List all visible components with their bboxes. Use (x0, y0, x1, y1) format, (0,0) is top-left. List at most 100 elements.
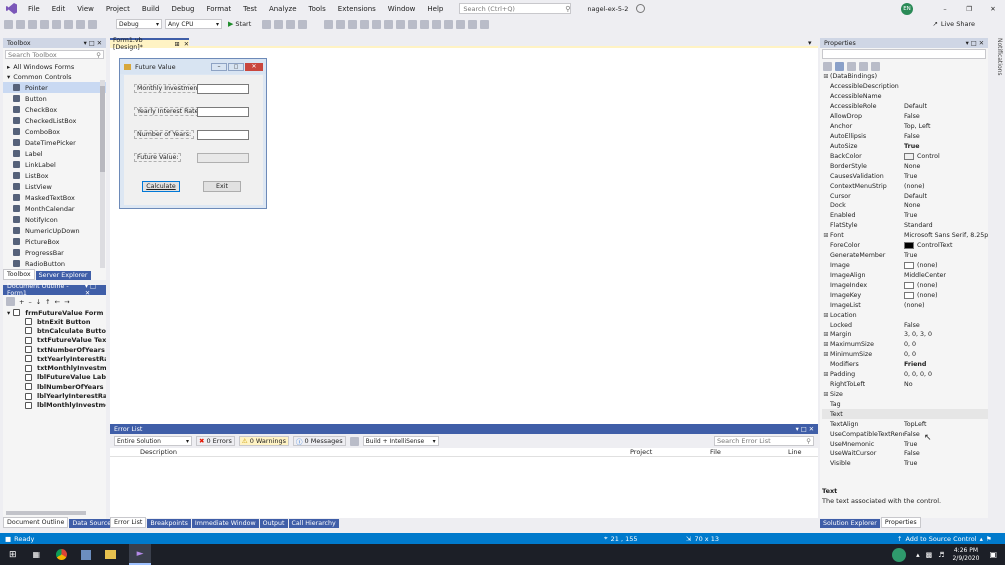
alphabetical-icon[interactable] (835, 61, 844, 71)
properties-icon[interactable] (847, 61, 856, 71)
column-file[interactable]: File (710, 448, 721, 456)
toolbox-item-progressbar[interactable]: ProgressBar (3, 247, 106, 258)
arrow-down-icon[interactable]: ↓ (36, 298, 41, 306)
menu-item-file[interactable]: File (22, 5, 46, 13)
align-icon[interactable] (408, 19, 418, 29)
app-icon[interactable] (81, 549, 92, 560)
menu-item-window[interactable]: Window (382, 5, 422, 13)
property-value[interactable]: False (904, 113, 988, 120)
outline-item[interactable]: txtMonthlyInvestment TextBox (3, 363, 106, 372)
expand-icon[interactable]: ⊞ (822, 391, 830, 398)
user-avatar[interactable]: EN (901, 2, 913, 15)
property-value[interactable]: False (904, 450, 988, 457)
align-icon[interactable] (324, 19, 334, 29)
property-value[interactable]: True (904, 252, 988, 259)
minimize-button[interactable]: – (933, 5, 957, 13)
property-value[interactable]: 0, 0, 0, 0 (904, 371, 988, 378)
tab-immediate-window[interactable]: Immediate Window (191, 519, 259, 528)
toolbox-item-listbox[interactable]: ListBox (3, 170, 106, 181)
filter-icon[interactable] (349, 436, 359, 446)
menu-item-extensions[interactable]: Extensions (332, 5, 382, 13)
calculate-button[interactable]: Calculate (142, 181, 180, 192)
property-row[interactable]: ⊞ (DataBindings) (822, 72, 988, 82)
property-value[interactable]: Friend (904, 361, 988, 368)
volume-icon[interactable]: ♬ (938, 551, 944, 559)
property-row[interactable]: BackColor Control (822, 151, 988, 161)
property-pages-icon[interactable] (871, 61, 880, 71)
tab-output[interactable]: Output (259, 519, 288, 528)
property-row[interactable]: AutoEllipsis False (822, 132, 988, 142)
property-row[interactable]: ForeColor ControlText (822, 241, 988, 251)
property-row[interactable]: Cursor Default (822, 191, 988, 201)
expand-icon[interactable]: ⊞ (822, 73, 830, 80)
toolbox-item-numericupdown[interactable]: NumericUpDown (3, 225, 106, 236)
panel-controls[interactable]: ▾ □ ✕ (796, 426, 814, 433)
align-icon[interactable] (396, 19, 406, 29)
arrow-up-icon[interactable]: ↑ (45, 298, 50, 306)
property-row[interactable]: RightToLeft No (822, 380, 988, 390)
property-row[interactable]: Dock None (822, 201, 988, 211)
outline-item[interactable]: lblNumberOfYears Label (3, 382, 106, 391)
categorized-icon[interactable] (823, 61, 832, 71)
chrome-icon[interactable] (56, 549, 68, 560)
save-all-icon[interactable] (64, 19, 73, 29)
panel-controls[interactable]: ▾ □ ✕ (85, 283, 102, 297)
property-value[interactable]: Control (904, 152, 988, 160)
property-value[interactable]: No (904, 381, 988, 388)
visual-studio-taskbar-icon[interactable]: ► (129, 544, 152, 565)
tab-breakpoints[interactable]: Breakpoints (147, 519, 191, 528)
outline-item[interactable]: btnExit Button (3, 317, 106, 326)
scope-select[interactable]: Entire Solution ▾ (114, 436, 192, 446)
align-icon[interactable] (456, 19, 466, 29)
property-row[interactable]: Enabled True (822, 211, 988, 221)
open-icon[interactable] (40, 19, 49, 29)
toolbox-item-picturebox[interactable]: PictureBox (3, 236, 106, 247)
property-value[interactable]: TopLeft (904, 421, 988, 428)
toolbox-item-label[interactable]: Label (3, 148, 106, 159)
layout-icon[interactable] (262, 19, 272, 29)
action-center-icon[interactable]: ▣ (989, 550, 997, 559)
label-number-of-years[interactable]: Number of Years: (134, 130, 195, 139)
toolbox-item-checkedlistbox[interactable]: CheckedListBox (3, 115, 106, 126)
column-description[interactable]: Description (140, 448, 177, 456)
menu-item-test[interactable]: Test (237, 5, 263, 13)
tab-dropdown-icon[interactable]: ▾ (808, 39, 812, 47)
outline-item[interactable]: txtNumberOfYears TextBox (3, 345, 106, 354)
tray-chevron-icon[interactable]: ▴ (916, 551, 920, 559)
property-row[interactable]: UseMnemonic True (822, 439, 988, 449)
property-value[interactable]: (none) (904, 291, 988, 299)
notifications-side-tab[interactable]: Notifications (991, 38, 1003, 98)
property-row[interactable]: TextAlign TopLeft (822, 419, 988, 429)
label-yearly-interest-rate[interactable]: Yearly Interest Rate: (134, 107, 204, 116)
menu-item-tools[interactable]: Tools (303, 5, 332, 13)
toolbox-search[interactable]: Search Toolbox ⚲ (5, 50, 104, 59)
property-row[interactable]: ImageList (none) (822, 300, 988, 310)
platform-select[interactable]: Any CPU ▾ (165, 19, 222, 29)
property-value[interactable]: None (904, 163, 988, 170)
property-row[interactable]: ⊞ Location (822, 310, 988, 320)
align-icon[interactable] (384, 19, 394, 29)
menu-item-build[interactable]: Build (136, 5, 166, 13)
label-future-value[interactable]: Future Value: (134, 153, 182, 162)
outline-root[interactable]: ▾ frmFutureValue Form (3, 308, 106, 317)
property-row[interactable]: Locked False (822, 320, 988, 330)
notification-bell-icon[interactable]: ⚑ (986, 535, 992, 543)
outline-hscrollbar[interactable] (6, 511, 86, 515)
menu-item-edit[interactable]: Edit (46, 5, 72, 13)
property-row[interactable]: AccessibleName (822, 92, 988, 102)
restore-button[interactable]: ❐ (957, 5, 981, 13)
align-icon[interactable] (468, 19, 478, 29)
document-tab[interactable]: Form1.vb [Design]* ⊞ ✕ (110, 37, 189, 51)
property-value[interactable]: False (904, 322, 988, 329)
property-row[interactable]: Tag (822, 399, 988, 409)
menu-item-project[interactable]: Project (100, 5, 136, 13)
tab-call-hierarchy[interactable]: Call Hierarchy (288, 519, 339, 528)
error-list-search[interactable]: Search Error List ⚲ (714, 436, 814, 446)
toolbox-group-all[interactable]: ▸ All Windows Forms (3, 61, 106, 72)
menu-item-help[interactable]: Help (421, 5, 449, 13)
toolbox-item-checkbox[interactable]: CheckBox (3, 104, 106, 115)
property-value[interactable]: (none) (904, 261, 988, 269)
layout-icon[interactable] (298, 19, 308, 29)
layout-icon[interactable] (274, 19, 284, 29)
toolbox-item-notifyicon[interactable]: NotifyIcon (3, 214, 106, 225)
